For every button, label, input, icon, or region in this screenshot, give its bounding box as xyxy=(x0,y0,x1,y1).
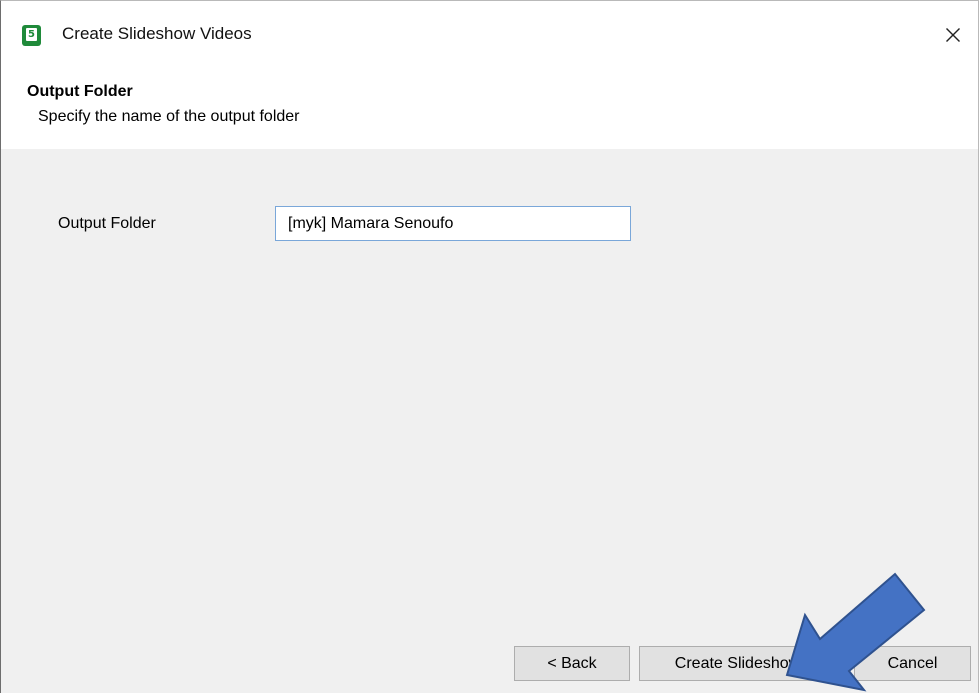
output-folder-label: Output Folder xyxy=(58,215,156,232)
create-slideshows-button[interactable]: Create Slideshows xyxy=(639,646,844,681)
cancel-button[interactable]: Cancel xyxy=(854,646,971,681)
wizard-content: Output Folder < Back Create Slideshows C… xyxy=(1,149,978,693)
output-folder-input[interactable] xyxy=(275,206,631,241)
page-subtitle: Specify the name of the output folder xyxy=(38,108,300,125)
dialog-window: 5 Create Slideshow Videos Output Folder … xyxy=(0,0,979,693)
window-title: Create Slideshow Videos xyxy=(62,24,252,43)
close-icon xyxy=(946,27,960,42)
close-button[interactable] xyxy=(935,17,971,53)
back-button[interactable]: < Back xyxy=(514,646,630,681)
app-icon-glyph: 5 xyxy=(28,29,35,40)
title-bar: 5 Create Slideshow Videos xyxy=(1,1,978,69)
wizard-header: Output Folder Specify the name of the ou… xyxy=(1,69,978,149)
app-icon: 5 xyxy=(22,25,41,46)
page-title: Output Folder xyxy=(27,83,133,100)
